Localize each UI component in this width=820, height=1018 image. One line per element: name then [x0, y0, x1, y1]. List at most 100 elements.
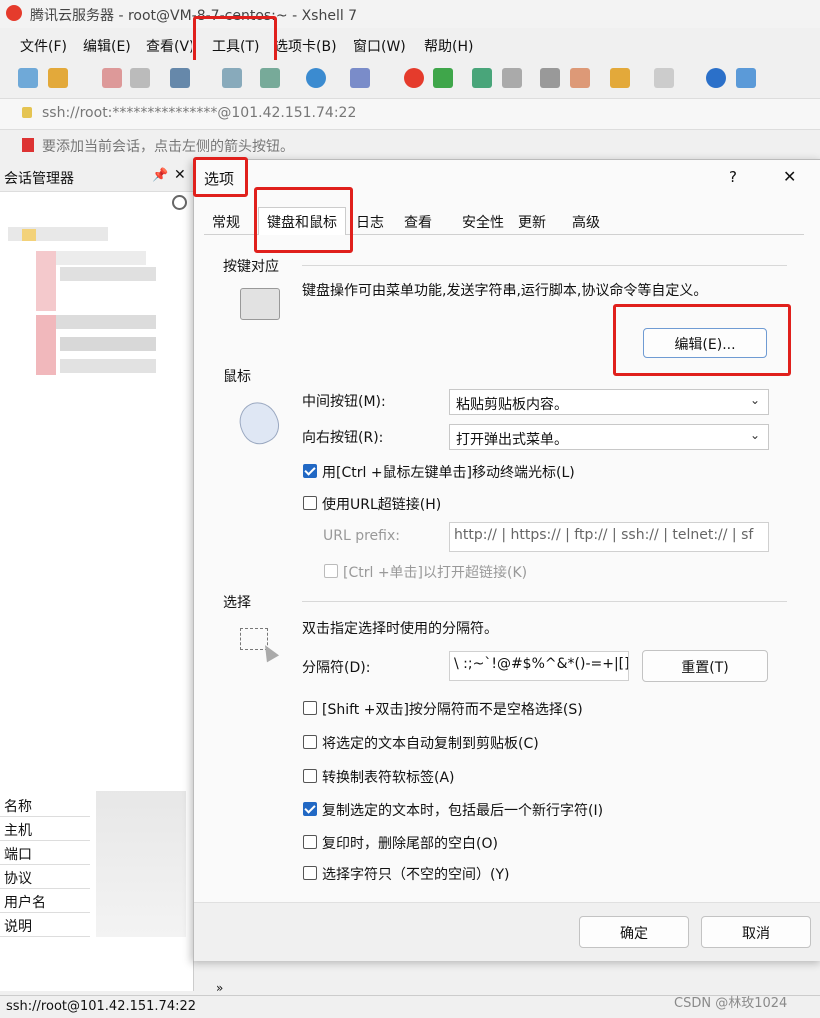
tip-text: 要添加当前会话，点击左侧的箭头按钮。 [42, 139, 294, 155]
panel-expand-icon[interactable]: » [216, 981, 223, 995]
transfer-icon[interactable] [260, 68, 280, 88]
fullscreen-icon[interactable] [472, 68, 492, 88]
tab-security[interactable]: 安全性 [456, 208, 510, 234]
reset-button[interactable]: 重置(T) [642, 650, 768, 682]
properties-icon[interactable] [170, 68, 190, 88]
prop-description: 说明 [0, 913, 90, 937]
highlight-dialog-title [193, 157, 248, 197]
app-logo-icon [6, 5, 22, 21]
menu-edit[interactable]: 编辑(E) [83, 36, 131, 56]
status-connection: ssh://root@101.42.151.74:22 [6, 999, 197, 1014]
menu-bar: 文件(F) 编辑(E) 查看(V) 工具(T) 选项卡(B) 窗口(W) 帮助(… [0, 30, 820, 60]
menu-help[interactable]: 帮助(H) [424, 36, 473, 56]
right-button-select[interactable]: 打开弹出式菜单。 ⌄ [449, 424, 769, 450]
separator-label: 分隔符(D): [302, 660, 371, 676]
separator-input[interactable]: \ :;~`!@#$%^&*()-=+|[]{ [449, 651, 629, 681]
section-selection-title: 选择 [223, 595, 251, 611]
opt-auto-copy-checkbox[interactable] [303, 735, 317, 749]
find-icon[interactable] [222, 68, 242, 88]
highlight-keyboard-tab [254, 187, 353, 253]
right-button-value: 打开弹出式菜单。 [456, 432, 568, 448]
toolbar [0, 60, 820, 96]
ctrl-click-checkbox[interactable] [303, 464, 317, 478]
use-url-checkbox[interactable] [303, 496, 317, 510]
opt-shift-doubleclick-label: [Shift +双击]按分隔符而不是空格选择(S) [322, 702, 583, 718]
menu-view[interactable]: 查看(V) [146, 36, 192, 56]
new-session-icon[interactable] [18, 68, 38, 88]
section-keymap-title: 按键对应 [223, 259, 279, 275]
bookmark-arrow-icon[interactable] [22, 138, 34, 152]
opt-include-newline-checkbox[interactable] [303, 802, 317, 816]
cancel-button[interactable]: 取消 [701, 916, 811, 948]
xshell-icon[interactable] [404, 68, 424, 88]
url-prefix-input[interactable]: http:// | https:// | ftp:// | ssh:// | t… [449, 522, 769, 552]
search-icon[interactable] [172, 195, 187, 210]
prop-port: 端口 [0, 841, 90, 865]
tab-general[interactable]: 常规 [204, 208, 248, 234]
opt-trim-trailing-checkbox[interactable] [303, 835, 317, 849]
tab-advanced[interactable]: 高级 [566, 208, 606, 234]
globe-icon[interactable] [306, 68, 326, 88]
chevron-down-icon: ⌄ [749, 393, 760, 407]
chevron-down-icon: ⌄ [749, 428, 760, 442]
right-button-label: 向右按钮(R): [302, 430, 384, 446]
keymap-description: 键盘操作可由菜单功能,发送字符串,运行脚本,协议命令等自定义。 [302, 283, 708, 299]
pin-icon[interactable]: 📌 [152, 168, 168, 183]
keyboard-icon[interactable] [540, 68, 560, 88]
opt-tab-convert-label: 转换制表符软标签(A) [322, 770, 455, 786]
window-titlebar: 腾讯云服务器 - root@VM-8-7-centos:~ - Xshell 7 [0, 0, 820, 28]
opt-select-nonspace-checkbox[interactable] [303, 866, 317, 880]
tab-log[interactable]: 日志 [350, 208, 390, 234]
ok-button[interactable]: 确定 [579, 916, 689, 948]
menu-file[interactable]: 文件(F) [20, 36, 67, 56]
watermark: CSDN @林玫1024 [674, 996, 788, 1011]
menu-tabs[interactable]: 选项卡(B) [274, 36, 337, 56]
section-divider [302, 601, 787, 602]
address-text: ssh://root:***************@101.42.151.74… [42, 105, 357, 121]
session-search-input[interactable] [0, 193, 193, 217]
opt-tab-convert-checkbox[interactable] [303, 769, 317, 783]
tab-update[interactable]: 更新 [512, 208, 552, 234]
middle-button-select[interactable]: 粘贴剪贴板内容。 ⌄ [449, 389, 769, 415]
ctrl-url-checkbox[interactable] [324, 564, 338, 578]
session-tree[interactable] [0, 219, 193, 379]
selection-description: 双击指定选择时使用的分隔符。 [302, 621, 498, 637]
opt-trim-trailing-label: 复印时，删除尾部的空白(O) [322, 836, 498, 852]
dialog-help-button[interactable]: ? [729, 168, 737, 186]
menu-window[interactable]: 窗口(W) [353, 36, 406, 56]
url-prefix-label: URL prefix: [323, 528, 400, 544]
help-icon[interactable] [706, 68, 726, 88]
opt-include-newline-label: 复制选定的文本时，包括最后一个新行字符(I) [322, 803, 604, 819]
tab-view[interactable]: 查看 [398, 208, 438, 234]
mouse-icon [232, 395, 286, 451]
tip-bar: 要添加当前会话，点击左侧的箭头按钮。 [0, 130, 820, 160]
open-folder-icon[interactable] [48, 68, 68, 88]
prop-protocol: 协议 [0, 865, 90, 889]
highlight-tools-menu [193, 16, 277, 66]
ctrl-url-label: [Ctrl +单击]以打开超链接(K) [343, 565, 528, 581]
layout-icon[interactable] [654, 68, 674, 88]
status-bar: ssh://root@101.42.151.74:22 CSDN @林玫1024 [0, 995, 820, 1018]
prop-username: 用户名 [0, 889, 90, 913]
opt-shift-doubleclick-checkbox[interactable] [303, 701, 317, 715]
add-tab-icon[interactable] [610, 68, 630, 88]
font-icon[interactable] [350, 68, 370, 88]
keyboard-icon-large [240, 288, 280, 320]
prop-host: 主机 [0, 817, 90, 841]
dialog-close-button[interactable]: ✕ [783, 167, 796, 186]
disconnect-icon[interactable] [130, 68, 150, 88]
section-mouse-title: 鼠标 [223, 369, 251, 385]
middle-button-value: 粘贴剪贴板内容。 [456, 397, 568, 413]
address-bar[interactable]: ssh://root:***************@101.42.151.74… [0, 98, 820, 130]
session-manager-title: 会话管理器 [4, 171, 74, 187]
xftp-icon[interactable] [433, 68, 453, 88]
opt-select-nonspace-label: 选择字符只（不空的空间）(Y) [322, 867, 510, 883]
panel-close-icon[interactable]: ✕ [174, 167, 186, 183]
highlight-edit-button [613, 304, 791, 376]
session-properties: 名称 主机 端口 协议 用户名 说明 [0, 791, 193, 941]
lock-icon[interactable] [502, 68, 522, 88]
chat-icon[interactable] [736, 68, 756, 88]
options-dialog: 选项 ? ✕ 常规 键盘和鼠标 日志 查看 安全性 更新 高级 按键对应 键盘操… [193, 159, 820, 961]
connect-icon[interactable] [102, 68, 122, 88]
highlighter-icon[interactable] [570, 68, 590, 88]
